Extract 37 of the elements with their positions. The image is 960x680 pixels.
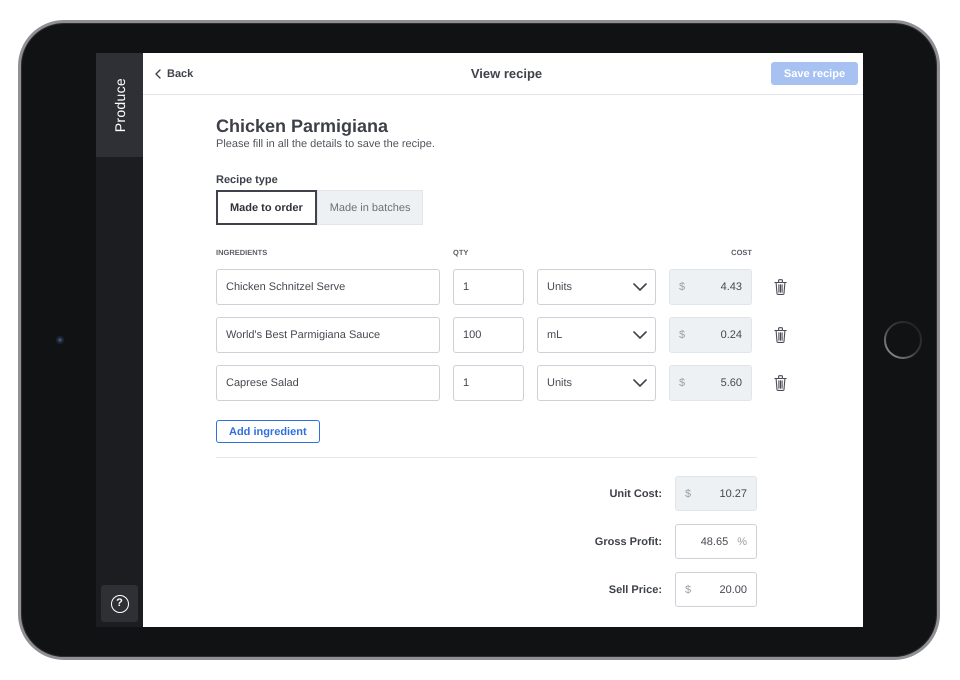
trash-icon[interactable] [774, 327, 786, 343]
unit-select[interactable]: Units [537, 365, 656, 401]
ingredient-field[interactable]: World's Best Parmigiana Sauce [216, 317, 440, 353]
sidebar-tab[interactable]: Produce [96, 53, 143, 157]
trash-icon[interactable] [774, 279, 786, 295]
instruction-text: Please fill in all the details to save the recipe. [216, 137, 435, 151]
back-link[interactable]: Back [155, 68, 194, 80]
trash-icon[interactable] [774, 375, 786, 391]
ingredient-field[interactable]: Caprese Salad [216, 365, 440, 401]
chevron-left-icon [155, 68, 161, 78]
chevron-down-icon [633, 331, 647, 339]
unit-select[interactable]: mL [537, 317, 656, 353]
total-label: Sell Price: [608, 584, 662, 596]
home-button-icon [884, 321, 922, 359]
recipe-type-option[interactable]: Made to order [216, 190, 317, 225]
cost-field: $ 0.24 [669, 317, 752, 353]
chevron-down-icon [633, 283, 647, 291]
help-button[interactable]: ? [101, 585, 138, 622]
chevron-down-icon [633, 379, 647, 387]
total-label: Gross Profit: [594, 536, 662, 548]
ingredient-field[interactable]: Chicken Schnitzel Serve [216, 269, 440, 305]
amount-field: $ 10.27 [675, 476, 757, 511]
quantity-field[interactable]: 1 [453, 365, 524, 401]
cost-field: $ 5.60 [669, 365, 752, 401]
add-ingredient-button[interactable]: Add ingredient [216, 420, 320, 443]
field-label: Recipe type [216, 173, 278, 187]
camera-icon [56, 336, 64, 344]
page-title: View recipe [470, 66, 542, 81]
quantity-field[interactable]: 100 [453, 317, 524, 353]
recipe-type-option[interactable]: Made in batches [316, 190, 424, 225]
quantity-field[interactable]: 1 [453, 269, 524, 305]
amount-field[interactable]: 48.65 % [675, 524, 757, 559]
cost-field: $ 4.43 [669, 269, 752, 305]
total-label: Unit Cost: [609, 488, 662, 500]
amount-field[interactable]: $ 20.00 [675, 572, 757, 607]
unit-select[interactable]: Units [537, 269, 656, 305]
recipe-title: Chicken Parmigiana [216, 115, 388, 137]
